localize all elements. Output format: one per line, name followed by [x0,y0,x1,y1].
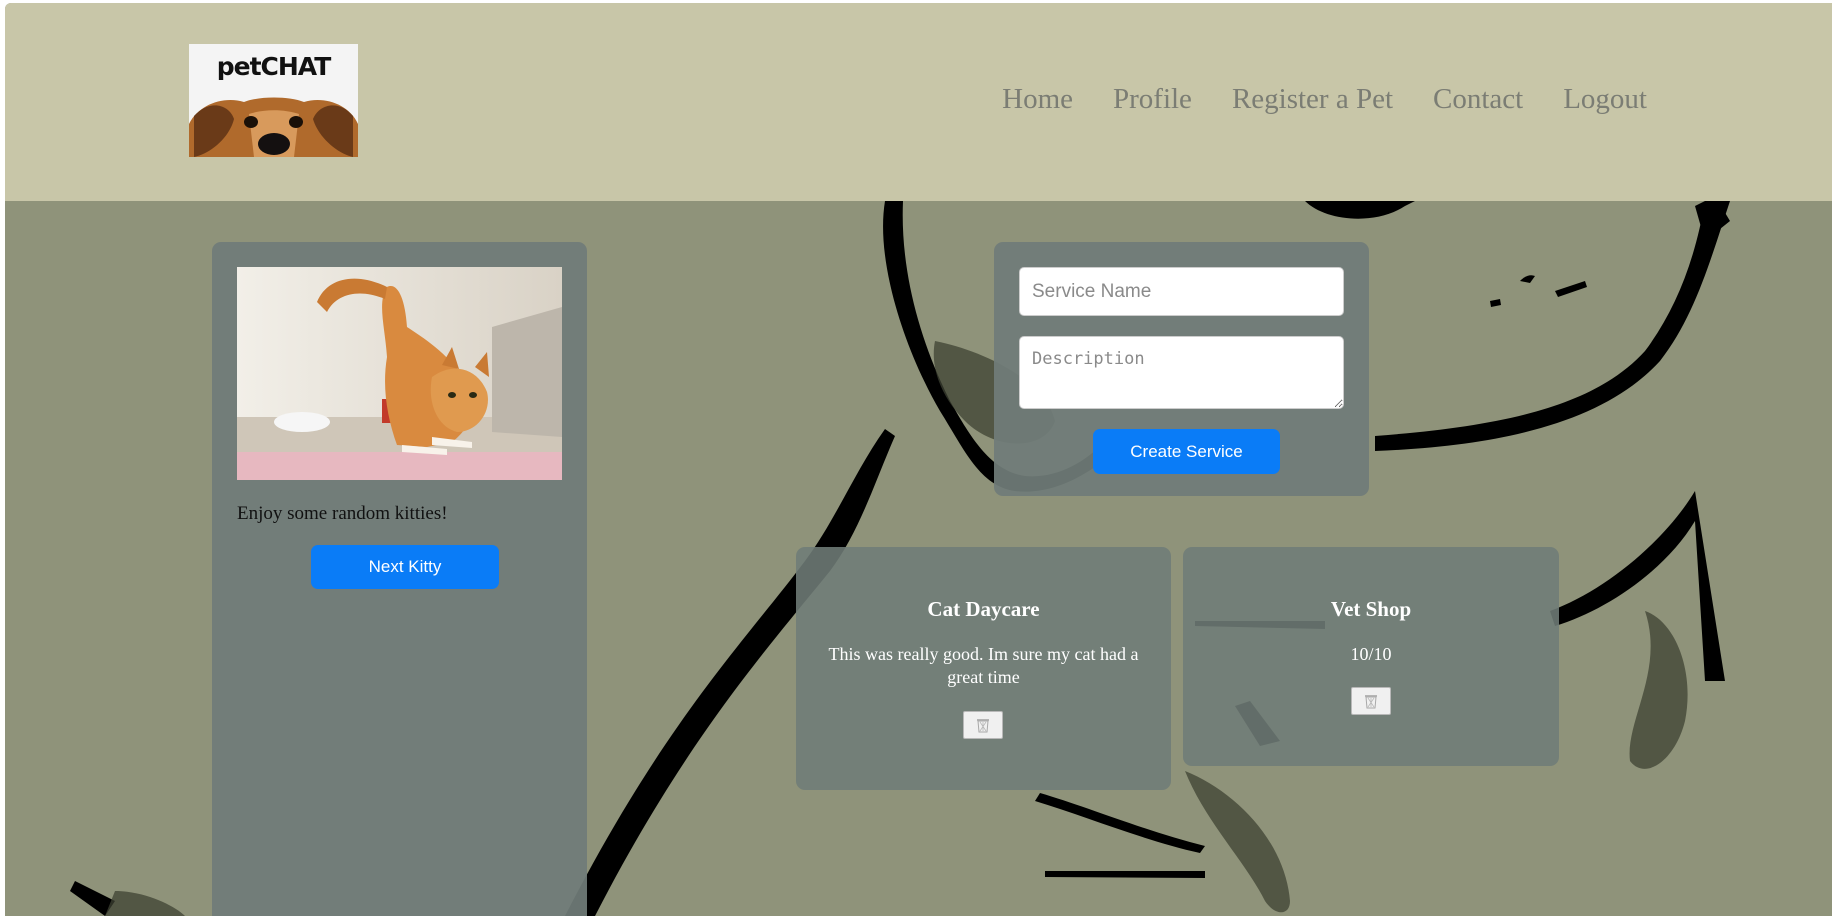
nav-profile[interactable]: Profile [1113,83,1192,116]
site-logo[interactable]: petCHAT [189,44,358,157]
service-card: Cat Daycare This was really good. Im sur… [796,547,1171,790]
nav-home[interactable]: Home [1002,83,1073,116]
nav-logout[interactable]: Logout [1563,83,1647,116]
next-kitty-button[interactable]: Next Kitty [311,545,499,589]
service-name-input[interactable] [1019,267,1344,316]
create-service-button[interactable]: Create Service [1093,429,1280,474]
service-card: Vet Shop 10/10 [1183,547,1559,766]
trash-icon [977,719,989,733]
kitty-caption: Enjoy some random kitties! [237,503,448,524]
kitty-panel: Enjoy some random kitties! Next Kitty [212,242,587,916]
nav-register-pet[interactable]: Register a Pet [1232,83,1393,116]
service-description-input[interactable] [1019,336,1344,409]
service-title: Vet Shop [1330,597,1412,621]
service-title: Cat Daycare [927,597,1040,621]
create-service-form: Create Service [994,242,1369,496]
delete-service-button[interactable] [1351,687,1391,715]
kitty-image [237,267,562,480]
site-header: petCHAT Home Profile Register a Pet Cont… [5,3,1832,201]
logo-text: petCHAT [216,52,332,81]
main-nav: Home Profile Register a Pet Contact Logo… [1002,83,1647,116]
page-frame: petCHAT Home Profile Register a Pet Cont… [5,3,1832,916]
nav-contact[interactable]: Contact [1433,83,1523,116]
service-description: This was really good. Im sure my cat had… [828,644,1139,687]
trash-icon [1365,695,1377,709]
service-description: 10/10 [1350,644,1392,664]
delete-service-button[interactable] [963,711,1003,739]
